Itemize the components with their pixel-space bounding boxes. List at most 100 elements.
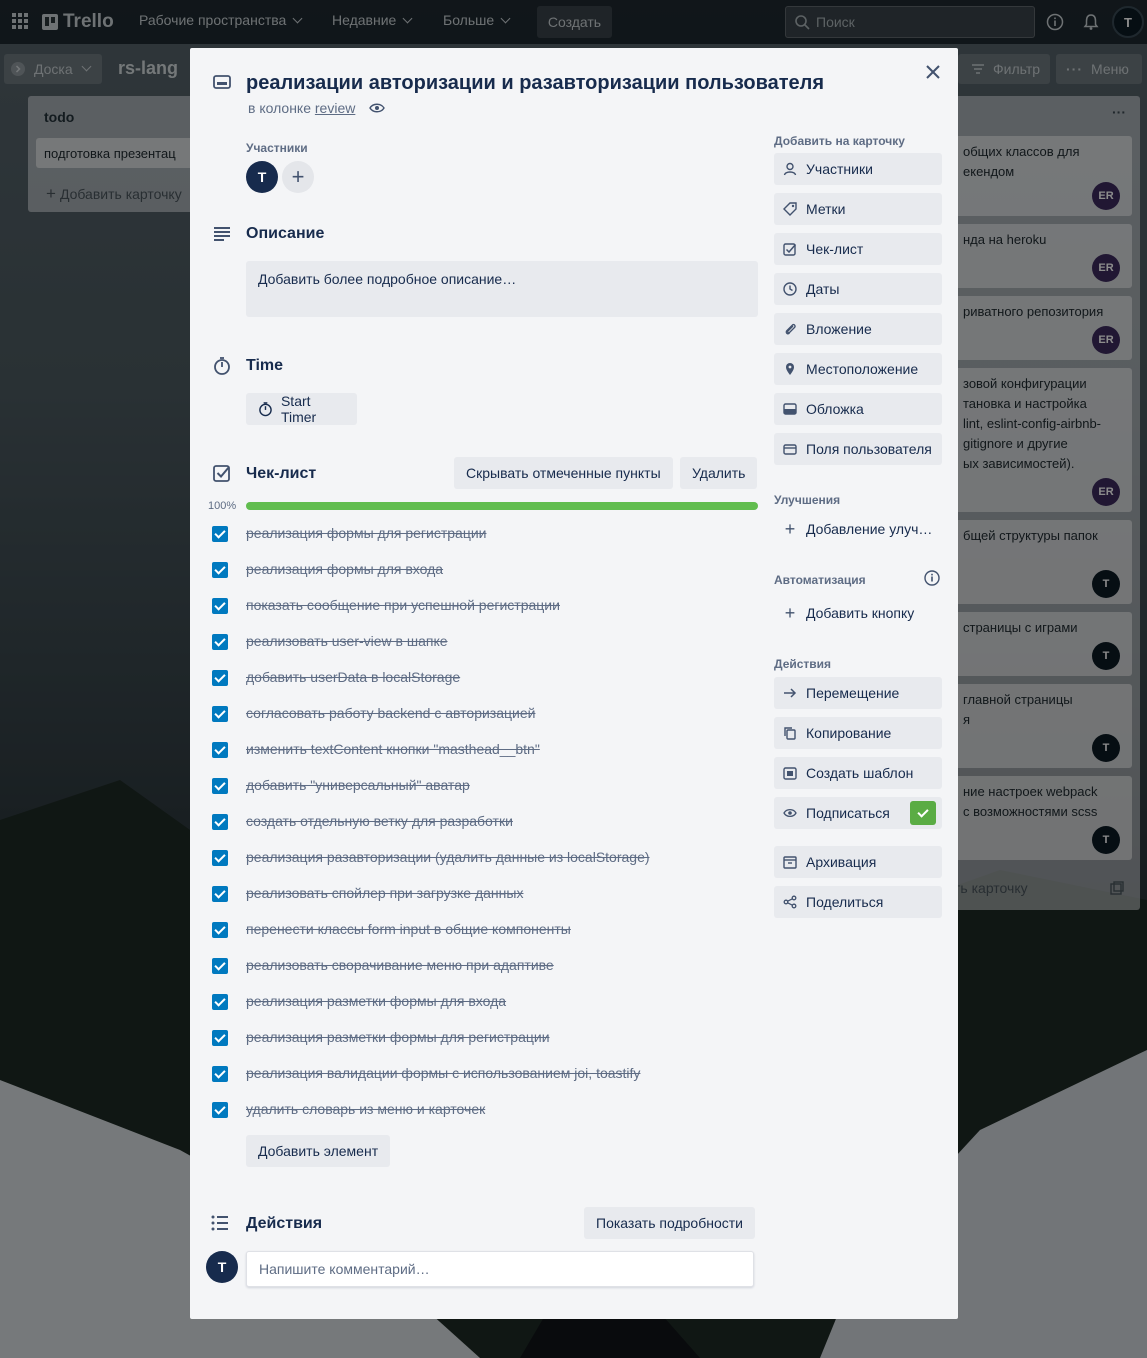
checklist-item-text[interactable]: реализация формы для входа [246, 561, 443, 577]
checkbox-checked[interactable] [212, 922, 228, 938]
user-icon [783, 162, 797, 176]
sidebar-members-button[interactable]: Участники [774, 153, 942, 185]
eye-icon[interactable] [369, 102, 386, 114]
sidebar-custom-fields-button[interactable]: Поля пользователя [774, 433, 942, 465]
checklist-item-text[interactable]: создать отдельную ветку для разработки [246, 813, 513, 829]
sidebar-subscribe-button[interactable]: Подписаться [774, 797, 942, 829]
card-title[interactable]: реализации авторизации и разавторизации … [246, 70, 824, 96]
info-icon[interactable] [924, 570, 940, 586]
add-button-button[interactable]: + Добавить кнопку [774, 597, 942, 629]
sidebar-location-button[interactable]: Местоположение [774, 353, 942, 385]
checklist-item-text[interactable]: реализовать спойлер при загрузке данных [246, 885, 523, 901]
checklist-item-text[interactable]: реализовать user-view в шапке [246, 633, 448, 649]
close-icon[interactable] [923, 62, 943, 82]
automation-label: Автоматизация [774, 573, 866, 587]
checkbox-checked[interactable] [212, 598, 228, 614]
sidebar-share-button[interactable]: Поделиться [774, 886, 942, 918]
card-location: в колонке review [248, 100, 386, 116]
sidebar-attachment-button[interactable]: Вложение [774, 313, 942, 345]
checklist-item[interactable]: удалить словарь из меню и карточек [210, 1098, 770, 1122]
location-pin-icon [786, 363, 794, 375]
add-item-button[interactable]: Добавить элемент [246, 1135, 391, 1167]
hide-checked-button[interactable]: Скрывать отмеченные пункты [454, 457, 673, 489]
checkbox-checked[interactable] [212, 1066, 228, 1082]
checklist-item[interactable]: реализация разметки формы для входа [210, 990, 770, 1014]
stopwatch-icon [214, 357, 230, 375]
show-details-button[interactable]: Показать подробности [584, 1207, 755, 1239]
checkbox-checked[interactable] [212, 742, 228, 758]
checkbox-checked[interactable] [212, 886, 228, 902]
checkbox-checked[interactable] [212, 634, 228, 650]
checklist-item[interactable]: реализация валидации формы с использован… [210, 1062, 770, 1086]
sidebar-copy-button[interactable]: Копирование [774, 717, 942, 749]
sidebar-move-button[interactable]: Перемещение [774, 677, 942, 709]
progress-fill [246, 502, 758, 510]
checkbox-checked[interactable] [212, 814, 228, 830]
sidebar-archive-button[interactable]: Архивация [774, 846, 942, 878]
checklist-item[interactable]: реализовать спойлер при загрузке данных [210, 882, 770, 906]
checklist-item-text[interactable]: реализация разметки формы для входа [246, 993, 506, 1009]
checklist-item[interactable]: изменить textContent кнопки "masthead__b… [210, 738, 770, 762]
checkbox-checked[interactable] [212, 562, 228, 578]
checklist-item-text[interactable]: показать сообщение при успешной регистра… [246, 597, 560, 613]
sidebar-dates-button[interactable]: Даты [774, 273, 942, 305]
delete-checklist-button[interactable]: Удалить [680, 457, 758, 489]
sidebar-template-button[interactable]: Создать шаблон [774, 757, 942, 789]
checklist-item-text[interactable]: изменить textContent кнопки "masthead__b… [246, 741, 540, 757]
checklist-item[interactable]: добавить userData в localStorage [210, 666, 770, 690]
paperclip-icon [785, 323, 796, 335]
sidebar-labels-button[interactable]: Метки [774, 193, 942, 225]
checkbox-checked[interactable] [212, 1030, 228, 1046]
checkbox-checked[interactable] [212, 526, 228, 542]
checklist-item[interactable]: перенести классы form input в общие комп… [210, 918, 770, 942]
description-editor[interactable]: Добавить более подробное описание… [246, 261, 758, 317]
checklist-item-text[interactable]: реализация разавторизации (удалить данны… [246, 849, 650, 865]
add-improvement-label: Добавление улуч… [806, 521, 933, 537]
checkbox-checked[interactable] [212, 850, 228, 866]
checkbox-checked[interactable] [212, 958, 228, 974]
start-timer-label: Start Timer [280, 393, 317, 425]
copy-icon [784, 727, 796, 740]
add-improvement-button[interactable]: + Добавление улуч… [774, 513, 942, 545]
checklist-title[interactable]: Чек-лист [246, 465, 316, 483]
checklist-item[interactable]: реализация формы для регистрации [210, 522, 770, 546]
checklist-item[interactable]: согласовать работу backend с авторизацие… [210, 702, 770, 726]
checklist-item-text[interactable]: реализовать сворачивание меню при адапти… [246, 957, 554, 973]
checklist-item-text[interactable]: добавить "универсальный" аватар [246, 777, 470, 793]
card-detail-modal: реализации авторизации и разавторизации … [190, 48, 958, 1319]
checklist-item[interactable]: реализация формы для входа [210, 558, 770, 582]
card-icon [213, 75, 231, 89]
checklist-item[interactable]: показать сообщение при успешной регистра… [210, 594, 770, 618]
checklist-item-text[interactable]: перенести классы form input в общие комп… [246, 921, 571, 937]
sidebar-cover-button[interactable]: Обложка [774, 393, 942, 425]
checkbox-checked[interactable] [212, 994, 228, 1010]
checkbox-checked[interactable] [212, 670, 228, 686]
checklist-item-text[interactable]: реализация валидации формы с использован… [246, 1065, 640, 1081]
share-icon [783, 895, 797, 909]
checklist-item[interactable]: реализация разметки формы для регистраци… [210, 1026, 770, 1050]
checkbox-checked[interactable] [212, 778, 228, 794]
checkbox-checked[interactable] [212, 706, 228, 722]
checklist-item[interactable]: реализовать сворачивание меню при адапти… [210, 954, 770, 978]
plus-icon: + [291, 164, 305, 189]
checklist-item-text[interactable]: реализация разметки формы для регистраци… [246, 1029, 550, 1045]
checklist-item[interactable]: реализация разавторизации (удалить данны… [210, 846, 770, 870]
progress-percent: 100% [208, 500, 237, 512]
checkbox-checked[interactable] [212, 1102, 228, 1118]
start-timer-button[interactable]: Start Timer [246, 393, 357, 425]
checklist-item-text[interactable]: согласовать работу backend с авторизацие… [246, 705, 535, 721]
checklist-item[interactable]: добавить "универсальный" аватар [210, 774, 770, 798]
column-link[interactable]: review [315, 100, 355, 116]
checklist-item[interactable]: реализовать user-view в шапке [210, 630, 770, 654]
checklist-item-text[interactable]: добавить userData в localStorage [246, 669, 460, 685]
checklist-item[interactable]: создать отдельную ветку для разработки [210, 810, 770, 834]
sidebar-button-label: Местоположение [806, 361, 919, 377]
comment-input[interactable]: Напишите комментарий… [246, 1251, 754, 1287]
checklist-item-text[interactable]: удалить словарь из меню и карточек [246, 1101, 485, 1117]
archive-icon [783, 856, 797, 869]
sidebar-button-label: Обложка [806, 401, 864, 417]
sidebar-checklist-button[interactable]: Чек-лист [774, 233, 942, 265]
checklist-item-text[interactable]: реализация формы для регистрации [246, 525, 486, 541]
add-member-button[interactable]: + [282, 161, 314, 193]
member-avatar[interactable]: T [246, 161, 278, 193]
